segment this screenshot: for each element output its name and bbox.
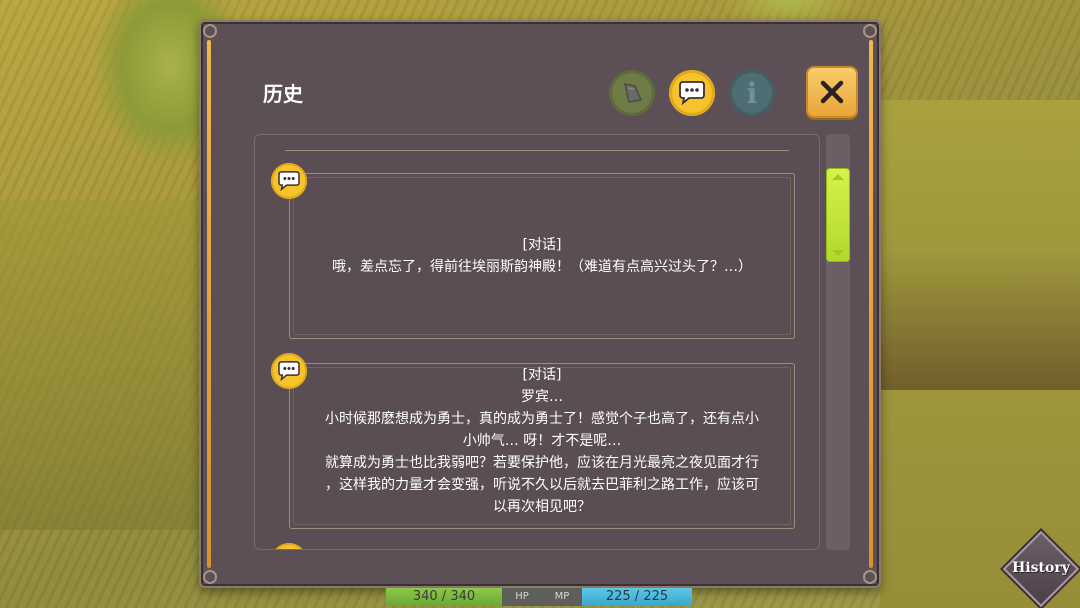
scrollbar[interactable] — [826, 134, 850, 550]
scrollbar-thumb[interactable] — [826, 168, 850, 262]
entry-line: ，这样我的力量才会变强，听说不久以后就去巴菲利之路工作，应该可 — [325, 477, 759, 493]
tab-info[interactable]: i — [729, 70, 775, 116]
dialog-title: 历史 — [263, 82, 303, 106]
corner-ornament — [203, 24, 217, 38]
speech-bubble-icon — [271, 163, 307, 199]
entry-text: [对话] 罗宾… 小时候那麽想成为勇士，真的成为勇士了！感觉个子也高了，还有点小… — [298, 364, 786, 518]
tab-item[interactable] — [609, 70, 655, 116]
history-button[interactable]: History — [1002, 530, 1080, 608]
corner-ornament — [863, 24, 877, 38]
info-icon: i — [746, 76, 758, 110]
entry-line: 小帅气… 呀！才不是呢… — [462, 433, 622, 449]
history-button-label: History — [1012, 560, 1070, 576]
history-entry: [对话] 罗宾… 小时候那麽想成为勇士，真的成为勇士了！感觉个子也高了，还有点小… — [289, 363, 795, 529]
arrow-down-icon — [832, 250, 844, 256]
history-entry: [对话] 哦，差点忘了，得前往埃丽斯韵神殿！（难道有点高兴过头了？…） — [289, 173, 795, 339]
entry-line: 以再次相见吧？ — [493, 499, 591, 515]
entry-tag: [对话] — [522, 367, 562, 383]
corner-ornament — [863, 570, 877, 584]
dialog-left-rail — [207, 40, 211, 568]
speech-bubble-icon — [679, 81, 705, 105]
entry-tag: [对话] — [522, 237, 562, 253]
status-bar: 340 / 340 HP MP 225 / 225 — [386, 588, 692, 606]
entry-line: 罗宾… — [521, 389, 563, 405]
corner-ornament — [203, 570, 217, 584]
background-terrain-right — [880, 100, 1080, 400]
history-list[interactable]: [对话] 哦，差点忘了，得前往埃丽斯韵神殿！（难道有点高兴过头了？…） [对话]… — [254, 134, 820, 550]
entry-line: 就算成为勇士也比我弱吧？若要保护他，应该在月光最亮之夜见面才行 — [325, 455, 759, 471]
close-icon — [820, 80, 844, 104]
list-divider — [285, 141, 789, 151]
background-terrain-left — [0, 200, 200, 530]
speech-bubble-icon — [271, 543, 307, 549]
speech-bubble-icon — [271, 353, 307, 389]
item-tab-icon — [624, 83, 643, 103]
tab-dialog[interactable] — [669, 70, 715, 116]
entry-line: 哦，差点忘了，得前往埃丽斯韵神殿！（难道有点高兴过头了？…） — [332, 259, 752, 275]
entry-text: [对话] 哦，差点忘了，得前往埃丽斯韵神殿！（难道有点高兴过头了？…） — [298, 234, 786, 278]
entry-line: 小时候那麽想成为勇士，真的成为勇士了！感觉个子也高了，还有点小 — [325, 411, 759, 427]
close-button[interactable] — [806, 66, 858, 118]
mp-value: 225 / 225 — [582, 588, 692, 606]
history-dialog: 历史 i [对话] 哦，差点忘了，得前往埃丽斯韵神殿！（难道有点高兴过头了？…） — [199, 20, 881, 588]
arrow-up-icon — [832, 174, 844, 180]
hp-label: HP — [502, 588, 542, 606]
hp-value: 340 / 340 — [386, 588, 502, 606]
dialog-right-rail — [869, 40, 873, 568]
mp-label: MP — [542, 588, 582, 606]
